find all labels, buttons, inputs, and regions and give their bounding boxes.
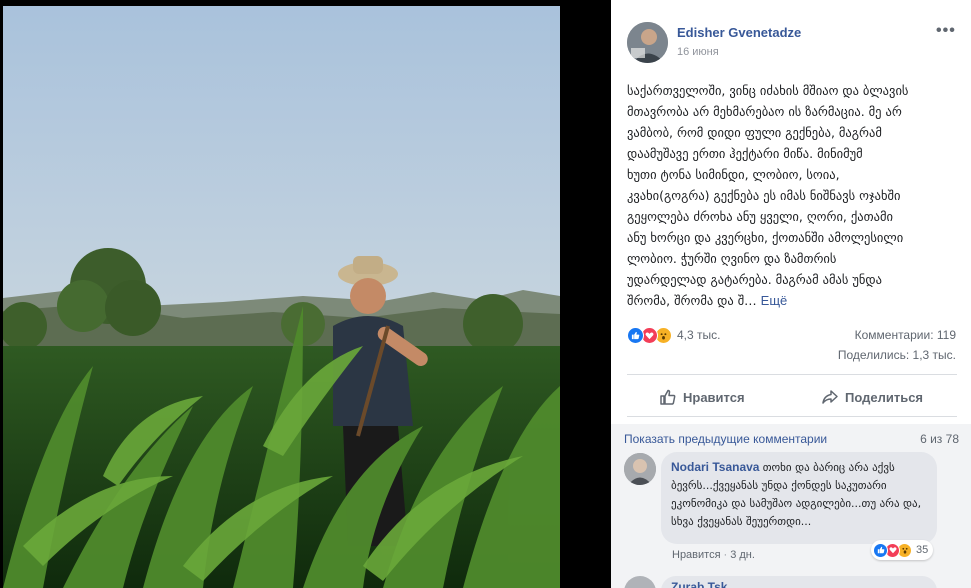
comment-actions: Нравится · 3 дн. [672, 549, 755, 561]
share-arrow-icon [822, 390, 838, 404]
comment-item: Nodari Tsanava თოხი და ბარიც არა აქვს ბე… [611, 451, 971, 588]
avatar-image [627, 22, 668, 63]
post-sidebar: Edisher Gvenetadze 16 июня ••• საქართველ… [611, 0, 971, 588]
post-text-line: გეყოლება ძროხა ანუ ყველი, ღორი, ქათამი [627, 209, 893, 224]
like-button-label: Нравится [683, 389, 745, 405]
reactions-summary[interactable]: 4,3 тыс. [627, 326, 720, 344]
share-button-label: Поделиться [845, 389, 924, 405]
author-avatar[interactable] [627, 22, 668, 63]
post-text-line: საქართველოში, ვინც იძახის მშიაო და ბლავი… [627, 83, 909, 98]
post-text-line: ანუ ხორცი და კვერცხი, ქოთანში ამოლესილი [627, 230, 904, 245]
comments-position: 6 из 78 [920, 432, 959, 446]
next-comment-item: Zurab Tsk… [611, 576, 971, 588]
show-previous-comments-link[interactable]: Показать предыдущие комментарии [624, 432, 827, 446]
reactions-count: 4,3 тыс. [677, 328, 721, 342]
post-text-line: უდარდელად გატარება. მაგრამ ამას უნდა [627, 272, 882, 287]
thumbs-up-icon [660, 389, 676, 405]
comment-bubble: Nodari Tsanava თოხი და ბარიც არა აქვს ბე… [661, 452, 937, 544]
thumbs-up-icon [627, 326, 644, 344]
comment-bubble: Zurab Tsk… [661, 576, 937, 588]
comment-author[interactable]: Nodari Tsanava [671, 460, 759, 474]
post-text-line: კვახი(გოგრა) გექნება ეს იმას ნიშნავს ოჯა… [627, 188, 901, 203]
comment-author[interactable]: Zurab Tsk… [671, 580, 739, 588]
post-date[interactable]: 16 июня [677, 46, 719, 58]
comment-reactions[interactable]: 35 [871, 540, 934, 560]
more-dots-icon[interactable]: ••• [936, 22, 956, 40]
see-more-link[interactable]: Ещё [761, 293, 788, 308]
post-text-line: დაამუშავე ერთი ჰექტარი მიწა. მინიმუმ [627, 146, 863, 161]
comment-separator: · [723, 549, 728, 561]
post-text-last-line: შრომა, შრომა და შ… Ещё [627, 290, 957, 311]
post-text-line: ხუთი ტონა სიმინდი, ლობიო, სოია, [627, 167, 840, 182]
shares-count[interactable]: Поделились: 1,3 тыс. [838, 348, 956, 362]
share-button[interactable]: Поделиться [821, 384, 923, 410]
divider [627, 416, 957, 417]
comment-time[interactable]: 3 дн. [730, 549, 755, 561]
divider [627, 374, 957, 375]
post-author-name[interactable]: Edisher Gvenetadze [677, 25, 801, 40]
commenter-avatar[interactable] [624, 576, 656, 588]
previous-comments-row: Показать предыдущие комментарии 6 из 78 [611, 424, 971, 454]
post-text-line: ლობიო. ჭურში ღვინო და ზამთრის [627, 251, 837, 266]
post-photo-panel [0, 0, 562, 588]
post-text-line: ვამბობ, რომ დიდი ფული გექნება, მაგრამ [627, 125, 882, 140]
comments-count[interactable]: Комментарии: 119 [855, 328, 956, 342]
like-button[interactable]: Нравится [659, 384, 745, 410]
post-text-line: მთავრობა არ მეხმარებაო ის ზარმაცია. მე ა… [627, 104, 902, 119]
post-text: საქართველოში, ვინც იძახის მშიაო და ბლავი… [627, 80, 957, 311]
comment-like-link[interactable]: Нравится [672, 549, 721, 561]
thumbs-up-icon [873, 542, 888, 558]
avatar-image [624, 453, 656, 485]
post-photo[interactable] [3, 6, 560, 588]
post-text-line: შრომა, შრომა და შ… [627, 293, 757, 308]
comment-reactions-count: 35 [916, 544, 929, 556]
commenter-avatar[interactable] [624, 453, 656, 485]
